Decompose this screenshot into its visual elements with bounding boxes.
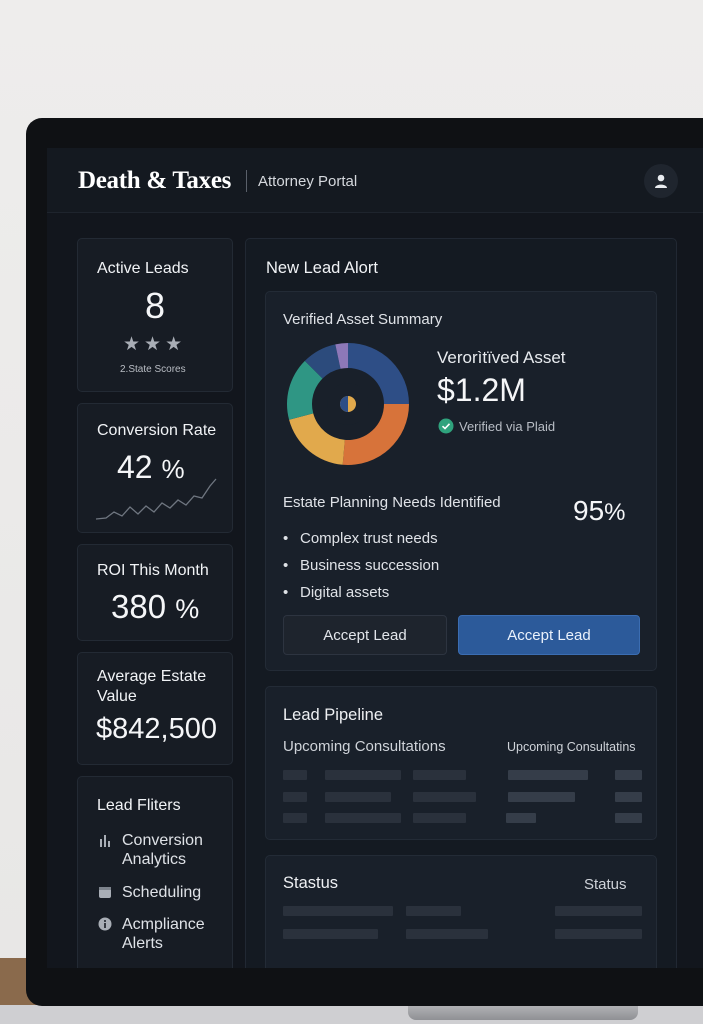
check-circle-icon [438, 418, 454, 434]
average-estate-value: $842,500 [96, 713, 217, 745]
roi-value: 380 % [111, 588, 199, 626]
star-rating-icon: ★★★ [123, 334, 187, 355]
pipeline-row-placeholder [615, 792, 642, 802]
verified-asset-value: $1.2M [437, 372, 526, 408]
status-title: Stastus [283, 874, 339, 892]
average-estate-label-line1: Average Estate [97, 668, 207, 685]
filter-compliance-line2: Alerts [122, 935, 163, 952]
filter-conversion-label: Conversion Analytics [122, 831, 203, 869]
average-estate-label-line2: Value [97, 688, 137, 705]
asset-summary-card: Verified Asset Summary Verorìtïved Asset… [265, 291, 657, 671]
pipeline-row-placeholder [325, 813, 401, 823]
roi-label: ROI This Month [97, 562, 209, 579]
need-business-succession: Business succession [300, 557, 440, 574]
pipeline-row-placeholder [283, 813, 307, 823]
brand-logo[interactable]: Death & Taxes [78, 167, 231, 195]
accept-lead-secondary-button[interactable]: Accept Lead [283, 615, 447, 655]
status-row-placeholder [283, 929, 378, 939]
conversion-trend-sparkline [95, 478, 217, 520]
average-estate-value-card[interactable]: Average Estate Value $842,500 [77, 652, 233, 765]
asset-summary-title: Verified Asset Summary [283, 311, 443, 328]
pipeline-row-placeholder [413, 792, 476, 802]
pipeline-row-placeholder [615, 770, 642, 780]
status-card: Stastus Status [265, 855, 657, 968]
needs-list: • Complex trust needs • Business successio… [283, 525, 439, 606]
needs-percent-number: 95 [573, 495, 605, 526]
new-lead-alert-title: New Lead Alort [266, 259, 378, 277]
active-leads-card[interactable]: Active Leads 8 ★★★ 2.State Scores [77, 238, 233, 392]
status-row-placeholder [406, 906, 461, 916]
app-screen: Death & Taxes Attorney Portal Active Lea… [47, 148, 703, 968]
filter-compliance-line1: Acmpliance [122, 916, 205, 933]
pipeline-row-placeholder [615, 813, 642, 823]
accept-lead-primary-button[interactable]: Accept Lead [458, 615, 640, 655]
info-icon [98, 915, 122, 936]
state-scores-note: 2.State Scores [120, 364, 186, 375]
filter-compliance-label: Acmpliance Alerts [122, 915, 205, 953]
pipeline-row-placeholder [283, 770, 307, 780]
lead-filters-card: Lead Fliters Conversion Analytics Schedu… [77, 776, 233, 968]
status-row-placeholder [555, 929, 642, 939]
pipeline-row-placeholder [508, 770, 588, 780]
roi-number: 380 [111, 588, 167, 625]
pipeline-row-placeholder [325, 792, 391, 802]
upcoming-consultations-header-2: Upcoming Consultatins [507, 740, 636, 754]
need-complex-trust: Complex trust needs [300, 530, 438, 547]
roi-unit: % [175, 594, 200, 624]
lead-pipeline-title: Lead Pipeline [283, 706, 383, 724]
filter-scheduling[interactable]: Scheduling [98, 883, 201, 904]
lead-filters-title: Lead Fliters [97, 797, 181, 814]
filter-compliance-alerts[interactable]: Acmpliance Alerts [98, 915, 205, 953]
verified-badge: Verified via Plaid [438, 418, 555, 434]
top-bar: Death & Taxes Attorney Portal [47, 148, 703, 213]
filter-conversion-line1: Conversion [122, 832, 203, 849]
pipeline-row-placeholder [413, 770, 466, 780]
status-row-placeholder [283, 906, 393, 916]
need-digital-assets: Digital assets [300, 584, 390, 601]
status-column-header: Status [584, 876, 627, 893]
verified-via-plaid-text: Verified via Plaid [459, 418, 556, 434]
pipeline-row-placeholder [325, 770, 401, 780]
needs-list-item: • Digital assets [283, 584, 390, 601]
header-divider [246, 170, 247, 192]
user-icon [655, 174, 667, 188]
status-row-placeholder [406, 929, 488, 939]
active-leads-value: 8 [144, 285, 166, 326]
needs-percent: 95% [573, 495, 626, 527]
calendar-icon [98, 883, 122, 904]
bar-chart-icon [98, 831, 122, 852]
user-avatar-button[interactable] [644, 164, 678, 198]
lead-pipeline-card: Lead Pipeline Upcoming Consultations Upc… [265, 686, 657, 840]
roi-card[interactable]: ROI This Month 380 % [77, 544, 233, 641]
lead-alert-panel: New Lead Alort Verified Asset Summary Ve… [245, 238, 677, 968]
conversion-rate-card[interactable]: Conversion Rate 42 % [77, 403, 233, 533]
portal-label: Attorney Portal [258, 173, 358, 190]
laptop-base [408, 1004, 638, 1020]
filter-scheduling-label: Scheduling [122, 884, 202, 901]
status-row-placeholder [555, 906, 642, 916]
needs-title: Estate Planning Needs Identified [283, 494, 501, 511]
asset-donut-chart [287, 343, 409, 465]
upcoming-consultations-header: Upcoming Consultations [283, 738, 446, 755]
needs-list-item: • Business succession [283, 557, 440, 574]
pipeline-row-placeholder [508, 792, 575, 802]
active-leads-label: Active Leads [97, 260, 189, 277]
conversion-rate-label: Conversion Rate [97, 422, 217, 439]
verified-asset-label: Verorìtïved Asset [437, 348, 566, 367]
pipeline-row-placeholder [413, 813, 466, 823]
filter-conversion-line2: Analytics [122, 851, 187, 868]
average-estate-value-label: Average Estate Value [97, 667, 206, 707]
needs-list-item: • Complex trust needs [283, 530, 438, 547]
filter-conversion-analytics[interactable]: Conversion Analytics [98, 831, 203, 869]
needs-percent-unit: % [604, 499, 626, 526]
pipeline-row-placeholder [283, 792, 307, 802]
pipeline-row-placeholder [506, 813, 536, 823]
